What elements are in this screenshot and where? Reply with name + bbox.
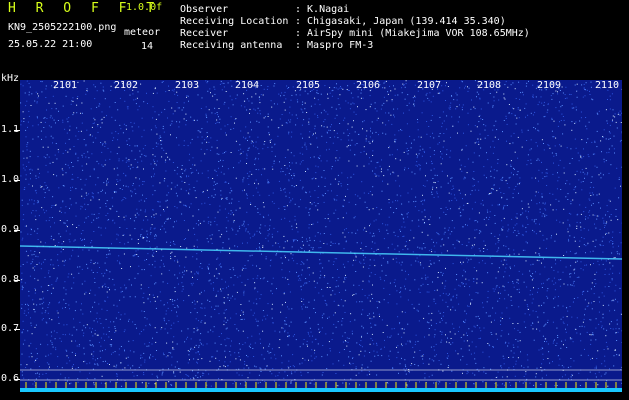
x-tick-label: 2105: [296, 80, 321, 91]
spectrogram-background: [20, 80, 622, 392]
x-tick-label: 2107: [417, 80, 442, 91]
x-tick-label: 2108: [477, 80, 502, 91]
info-value-receiver: : AirSpy mini (Miakejima VOR 108.65MHz): [295, 28, 530, 39]
meteor-label: meteor: [124, 27, 161, 38]
x-tick-label: 2101: [53, 80, 78, 91]
x-tick-label: 2103: [175, 80, 200, 91]
file-name: KN9_2505222100.png: [8, 22, 117, 33]
info-value-location: : Chigasaki, Japan (139.414 35.340): [295, 16, 506, 27]
info-key-location: Receiving Location: [180, 16, 289, 27]
x-tick-label: 2102: [114, 80, 139, 91]
version-label: 1.0.0f: [126, 2, 163, 13]
observation-datetime: 25.05.22 21:00: [8, 39, 93, 50]
meteor-count: 14: [141, 41, 154, 52]
baseline-strip: [20, 388, 622, 392]
y-axis-unit: kHz: [1, 73, 20, 84]
info-key-receiver: Receiver: [180, 28, 229, 39]
x-tick-label: 2106: [356, 80, 381, 91]
x-tick-label: 2104: [235, 80, 260, 91]
info-value-antenna: : Maspro FM-3: [295, 40, 374, 51]
x-tick-label: 2109: [537, 80, 562, 91]
info-key-observer: Observer: [180, 4, 229, 15]
x-tick-label: 2110: [595, 80, 620, 91]
spectrogram-plot: [20, 80, 622, 392]
info-key-antenna: Receiving antenna: [180, 40, 283, 51]
info-value-observer: : K.Nagai: [295, 4, 350, 15]
